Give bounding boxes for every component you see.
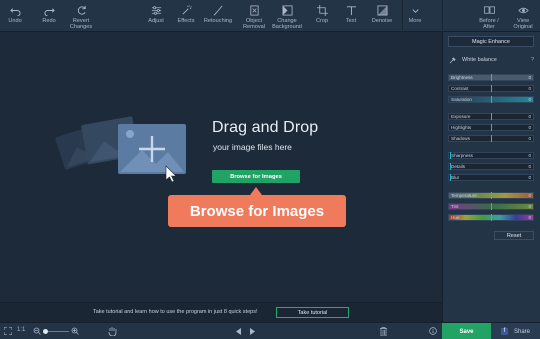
- share-label: Share: [513, 328, 530, 335]
- object-removal-button[interactable]: Object Removal: [241, 0, 267, 32]
- slider-thumb[interactable]: [491, 85, 492, 92]
- denoise-button[interactable]: Denoise: [369, 0, 395, 32]
- zoom-slider-thumb[interactable]: [43, 329, 48, 334]
- callout-arrow: [250, 187, 262, 195]
- revert-changes-button[interactable]: Revert Changes: [67, 0, 95, 32]
- revert-icon: [76, 3, 87, 18]
- temperature-slider[interactable]: Temperature 0: [448, 192, 534, 199]
- effects-button[interactable]: Effects: [175, 0, 197, 32]
- slider-thumb[interactable]: [491, 214, 492, 221]
- text-icon: [346, 3, 357, 18]
- eyedropper-icon[interactable]: [449, 57, 456, 64]
- facebook-icon: f: [500, 328, 508, 335]
- adjust-button[interactable]: Adjust: [145, 0, 167, 32]
- image-placeholder-illustration: [55, 116, 186, 183]
- brightness-slider[interactable]: Brightness 0: [448, 74, 534, 81]
- hue-slider[interactable]: Hue 0: [448, 214, 534, 221]
- save-button[interactable]: Save: [442, 323, 491, 339]
- more-button[interactable]: More: [405, 0, 425, 32]
- details-slider[interactable]: Details 0: [448, 163, 534, 170]
- change-background-button[interactable]: Change Background: [270, 0, 304, 32]
- eye-icon: [517, 3, 529, 18]
- crop-icon: [316, 3, 328, 18]
- magic-enhance-button[interactable]: Magic Enhance: [448, 36, 534, 47]
- redo-icon: [44, 3, 55, 18]
- tint-slider[interactable]: Tint 0: [448, 203, 534, 210]
- white-balance-row[interactable]: White balance ?: [448, 57, 534, 65]
- help-icon[interactable]: ?: [531, 57, 534, 63]
- highlights-slider[interactable]: Highlights 0: [448, 124, 534, 131]
- browse-for-images-button[interactable]: Browse for Images: [212, 170, 300, 183]
- redo-button[interactable]: Redo: [38, 0, 60, 32]
- slider-thumb[interactable]: [450, 174, 451, 181]
- take-tutorial-button[interactable]: Take tutorial: [276, 307, 349, 318]
- slider-thumb[interactable]: [450, 152, 451, 159]
- share-button[interactable]: f Share: [491, 323, 540, 339]
- slider-thumb[interactable]: [450, 163, 451, 170]
- undo-icon: [9, 3, 21, 18]
- slider-thumb[interactable]: [491, 192, 492, 199]
- crop-button[interactable]: Crop: [311, 0, 333, 32]
- exposure-slider[interactable]: Exposure 0: [448, 113, 534, 120]
- toolbar-divider: [402, 0, 403, 32]
- undo-button[interactable]: Undo: [4, 0, 26, 32]
- fit-screen-icon[interactable]: [4, 327, 12, 335]
- slider-thumb[interactable]: [491, 135, 492, 142]
- effects-icon: [181, 3, 192, 18]
- denoise-icon: [377, 3, 388, 18]
- retouching-button[interactable]: Retouching: [203, 0, 233, 32]
- view-original-button[interactable]: View Original: [510, 0, 536, 32]
- slider-thumb[interactable]: [491, 74, 492, 81]
- trash-icon[interactable]: [380, 327, 387, 336]
- previous-image-icon[interactable]: [236, 328, 242, 335]
- zoom-one-to-one[interactable]: 1:1: [17, 327, 25, 333]
- drag-drop-subtitle: your image files here: [213, 142, 292, 152]
- chevron-down-icon: [410, 3, 421, 18]
- tutorial-bar: Take tutorial and learn how to use the p…: [0, 302, 442, 322]
- toolbar-divider: [442, 0, 443, 32]
- bottom-bar: 1:1 Save f Share: [0, 322, 540, 339]
- slider-thumb[interactable]: [491, 113, 492, 120]
- info-icon[interactable]: [429, 327, 437, 335]
- eraser-icon: [249, 3, 260, 18]
- slider-thumb[interactable]: [491, 124, 492, 131]
- brush-icon: [213, 3, 224, 18]
- compare-icon: [483, 3, 495, 18]
- blur-slider[interactable]: Blur 0: [448, 174, 534, 181]
- zoom-out-icon[interactable]: [33, 327, 41, 335]
- hand-tool-icon[interactable]: [108, 326, 117, 336]
- top-toolbar: Undo Redo Revert Changes Adjust Effects …: [0, 0, 540, 32]
- slider-thumb[interactable]: [491, 203, 492, 210]
- zoom-in-icon[interactable]: [71, 327, 79, 335]
- contrast-slider[interactable]: Contrast 0: [448, 85, 534, 92]
- saturation-slider[interactable]: Saturation 0: [448, 96, 534, 103]
- before-after-button[interactable]: Before / After: [476, 0, 502, 32]
- text-button[interactable]: Text: [340, 0, 362, 32]
- next-image-icon[interactable]: [249, 328, 255, 335]
- sharpness-slider[interactable]: Sharpness 0: [448, 152, 534, 159]
- background-icon: [282, 3, 293, 18]
- white-balance-label: White balance: [462, 57, 497, 63]
- sliders-icon: [151, 3, 162, 18]
- tutorial-text: Take tutorial and learn how to use the p…: [93, 309, 258, 315]
- drag-drop-title: Drag and Drop: [212, 119, 319, 136]
- browse-callout: Browse for Images: [168, 195, 346, 227]
- reset-button[interactable]: Reset: [494, 231, 534, 240]
- slider-thumb[interactable]: [491, 96, 492, 103]
- shadows-slider[interactable]: Shadows 0: [448, 135, 534, 142]
